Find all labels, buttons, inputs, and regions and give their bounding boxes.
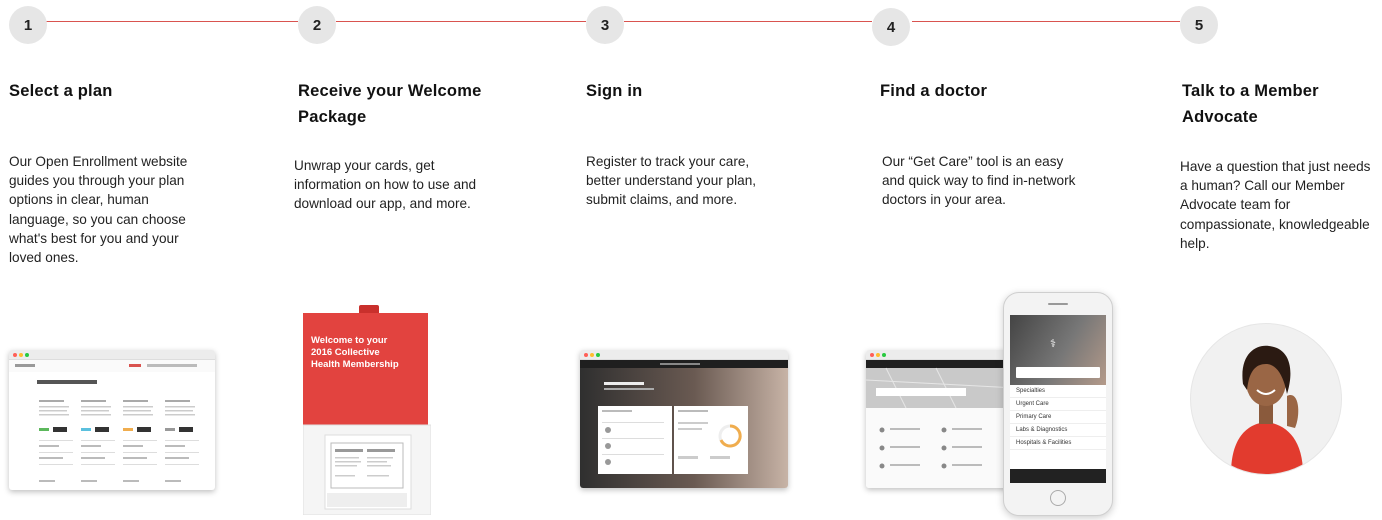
step-title-4: Find a doctor xyxy=(880,82,988,100)
stethoscope-icon: ⚕ xyxy=(1050,338,1056,350)
step-number-2: 2 xyxy=(298,6,336,44)
step-number-1: 1 xyxy=(9,6,47,44)
plan-comparison-screenshot xyxy=(9,350,215,490)
connector-line-4-5 xyxy=(912,21,1180,22)
member-portal-screenshot xyxy=(580,350,788,488)
step-title-5: Talk to a Member Advocate xyxy=(1182,82,1319,126)
welcome-package-box: Welcome to your 2016 Collective Health M… xyxy=(302,305,432,516)
step-description-2: Unwrap your cards, get information on ho… xyxy=(294,158,477,212)
step-description-3: Register to track your care, better unde… xyxy=(586,154,757,208)
phone-item-3[interactable]: Labs & Diagnostics xyxy=(1010,424,1106,437)
connector-line-2-3 xyxy=(336,21,586,22)
package-welcome-text: Welcome to your 2016 Collective Health M… xyxy=(311,335,399,370)
phone-search-field[interactable] xyxy=(1016,367,1100,378)
phone-home-button xyxy=(1050,490,1066,506)
phone-item-1[interactable]: Urgent Care xyxy=(1010,398,1106,411)
step-description-5: Have a question that just needs a human?… xyxy=(1180,159,1371,251)
member-advocate-photo xyxy=(1190,323,1342,475)
step-title-1: Select a plan xyxy=(9,82,113,100)
step-title-2: Receive your Welcome Package xyxy=(298,82,482,126)
connector-line-3-4 xyxy=(624,21,872,22)
phone-speaker xyxy=(1048,303,1068,305)
step-number-4: 4 xyxy=(872,8,910,46)
phone-screen: ⚕ Specialties Urgent Care Primary Care L… xyxy=(1010,315,1106,483)
phone-item-2[interactable]: Primary Care xyxy=(1010,411,1106,424)
connector-line-1-2 xyxy=(46,21,298,22)
step-title-3: Sign in xyxy=(586,82,643,100)
step-number-5: 5 xyxy=(1180,6,1218,44)
step-description-1: Our Open Enrollment website guides you t… xyxy=(9,154,188,266)
phone-item-4[interactable]: Hospitals & Facilities xyxy=(1010,437,1106,450)
step-number-3: 3 xyxy=(586,6,624,44)
phone-item-0[interactable]: Specialties xyxy=(1010,385,1106,398)
get-care-desktop-screenshot xyxy=(866,350,1016,488)
step-description-4: Our “Get Care” tool is an easy and quick… xyxy=(882,154,1076,208)
get-care-phone: ⚕ Specialties Urgent Care Primary Care L… xyxy=(1003,292,1113,516)
